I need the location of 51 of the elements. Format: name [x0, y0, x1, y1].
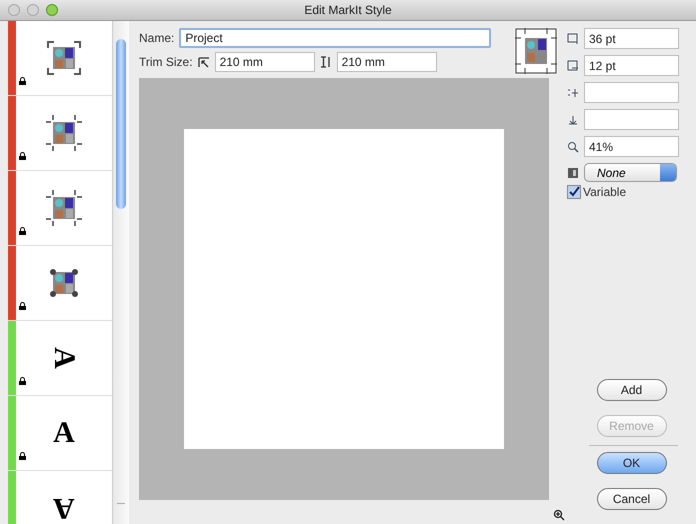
zoom-window-icon[interactable]: [46, 4, 58, 16]
style-popup[interactable]: None: [584, 163, 677, 182]
variable-checkbox[interactable]: [567, 185, 581, 199]
margin-icon: [567, 114, 579, 126]
style-item[interactable]: [8, 171, 112, 246]
lock-icon: [19, 227, 26, 235]
marks-icon: [46, 190, 82, 226]
margin-icon: [567, 60, 579, 72]
style-item[interactable]: [8, 246, 112, 321]
marks-icon: [46, 115, 82, 151]
scrollbar[interactable]: [112, 21, 129, 524]
margin-icon: [567, 86, 579, 98]
margin-field[interactable]: [584, 109, 679, 130]
name-field[interactable]: Project: [179, 28, 492, 48]
minimize-icon[interactable]: [27, 4, 39, 16]
lock-icon: [19, 302, 26, 310]
style-item[interactable]: A: [8, 321, 112, 396]
page-preview-icon: [515, 28, 557, 74]
letter-glyph: A: [53, 418, 75, 448]
margin-field[interactable]: 36 pt: [584, 28, 679, 49]
lock-icon: [19, 377, 26, 385]
dialog-button[interactable]: OK: [596, 452, 666, 474]
lock-icon: [19, 77, 26, 85]
letter-glyph: A: [53, 493, 75, 523]
margin-icon: [567, 32, 579, 44]
lock-icon: [19, 452, 26, 460]
marks-icon: [46, 40, 82, 76]
zoom-in-icon[interactable]: [553, 509, 565, 521]
height-icon: [320, 56, 332, 68]
margin-field[interactable]: 41%: [584, 136, 679, 157]
margin-field[interactable]: 12 pt: [584, 55, 679, 76]
search-icon: [567, 140, 579, 152]
style-icon: [567, 166, 579, 178]
close-icon[interactable]: [8, 4, 20, 16]
height-field[interactable]: 210 mm: [336, 52, 437, 72]
margin-field[interactable]: [584, 82, 679, 103]
variable-label: Variable: [583, 185, 626, 199]
style-item[interactable]: [8, 21, 112, 96]
dialog-button[interactable]: Cancel: [596, 488, 666, 510]
style-item[interactable]: A: [8, 396, 112, 471]
scroll-thumb[interactable]: [116, 39, 126, 209]
width-icon: [198, 56, 210, 68]
trim-size-label: Trim Size:: [139, 55, 193, 69]
width-field[interactable]: 210 mm: [214, 52, 315, 72]
dialog-button[interactable]: Add: [596, 379, 666, 401]
lock-icon: [19, 152, 26, 160]
stepper-icon: [660, 164, 676, 181]
letter-glyph: A: [49, 347, 79, 369]
window-title: Edit MarkIt Style: [304, 3, 392, 17]
style-item[interactable]: [8, 96, 112, 171]
name-label: Name:: [139, 31, 174, 45]
